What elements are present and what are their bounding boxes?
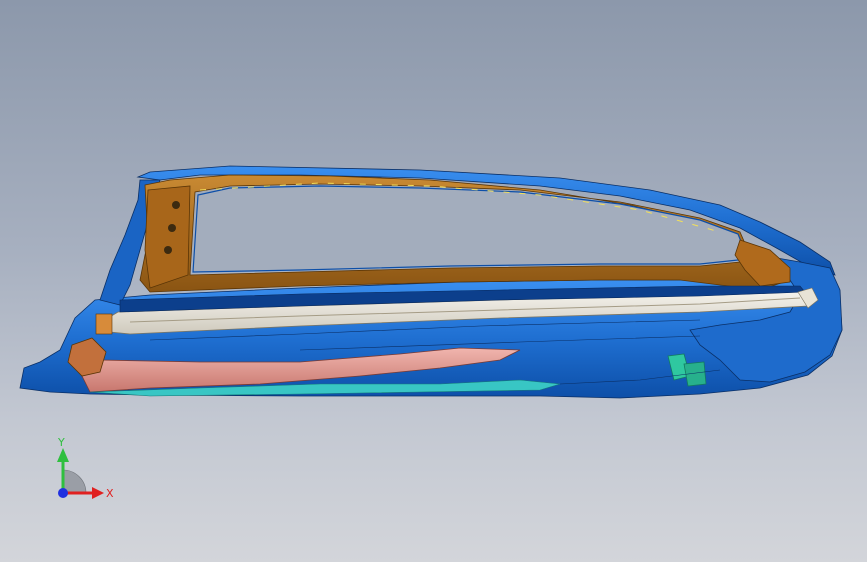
- x-axis-arrow: [92, 487, 104, 499]
- car-body-side-panel-model[interactable]: [0, 0, 867, 562]
- front-mount-pad: [95, 313, 113, 335]
- pillar-hole-1: [172, 201, 180, 209]
- y-axis-label: Y: [57, 436, 65, 449]
- pillar-hole-3: [164, 246, 172, 254]
- coordinate-axes-triad-icon[interactable]: Y X: [40, 430, 130, 520]
- pillar-hole-2: [168, 224, 176, 232]
- cad-viewport[interactable]: Y X: [0, 0, 867, 562]
- x-axis-label: X: [106, 487, 114, 500]
- y-axis-arrow: [57, 448, 69, 462]
- z-axis-origin: [58, 488, 68, 498]
- front-pillar-inner: [144, 185, 191, 289]
